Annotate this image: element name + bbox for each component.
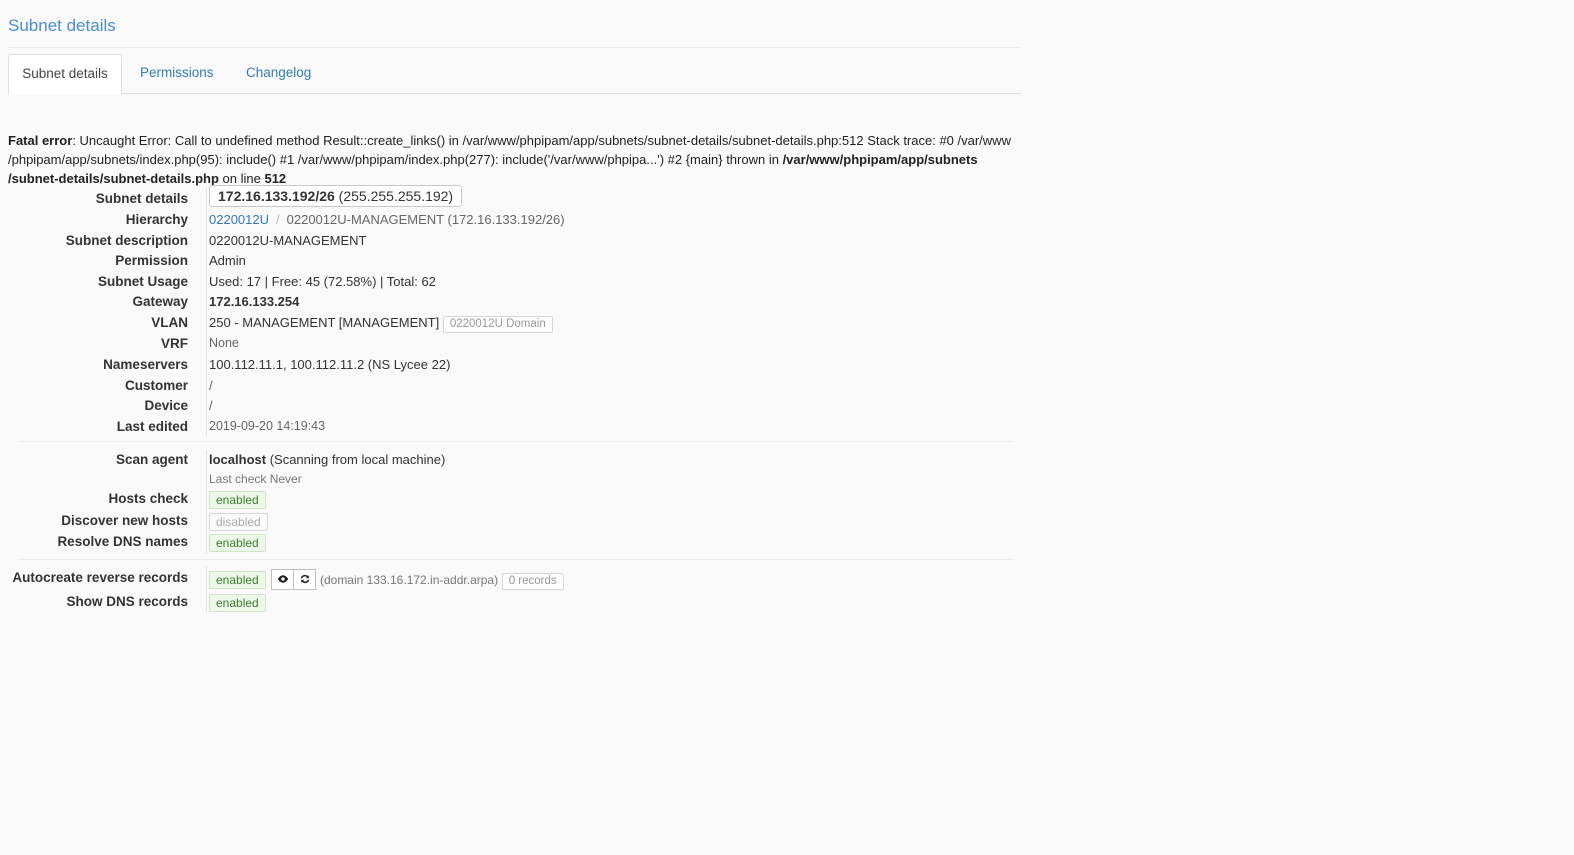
- permission-label: Permission: [115, 253, 188, 268]
- discover-hosts-label: Discover new hosts: [61, 513, 188, 528]
- tab-permissions[interactable]: Permissions: [140, 54, 214, 93]
- dns-records-count-badge: 0 records: [501, 572, 564, 590]
- tab-changelog[interactable]: Changelog: [246, 54, 311, 93]
- row-discover-hosts: Discover new hosts disabled: [8, 513, 1021, 533]
- section-divider: [18, 559, 1014, 560]
- row-usage: Subnet Usage Used: 17 | Free: 45 (72.58%…: [8, 274, 1021, 294]
- subnet-cidr: 172.16.133.192/26: [218, 188, 335, 204]
- row-last-edited: Last edited 2019-09-20 14:19:43: [8, 419, 1021, 439]
- gateway-value: 172.16.133.254: [209, 294, 300, 309]
- customer-value: /: [209, 378, 213, 393]
- show-dns-label: Show DNS records: [66, 594, 188, 609]
- row-device: Device /: [8, 398, 1021, 418]
- scan-agent-desc: (Scanning from local machine): [269, 452, 446, 467]
- row-hierarchy: Hierarchy 0220012U / 0220012U-MANAGEMENT (…: [8, 212, 1021, 232]
- discover-hosts-status-badge: disabled: [209, 513, 268, 531]
- nameservers-value: 100.112.11.1, 100.112.11.2 (NS Lycee 22): [209, 357, 451, 372]
- vlan-domain-badge: 0220012U Domain: [442, 316, 553, 333]
- breadcrumb-separator: /: [276, 212, 280, 227]
- refresh-icon: [300, 574, 310, 584]
- gateway-label: Gateway: [132, 294, 188, 309]
- subnet-label: Subnet details: [95, 191, 188, 206]
- scan-agent-label: Scan agent: [115, 452, 188, 467]
- row-description: Subnet description 0220012U-MANAGEMENT: [8, 233, 1021, 253]
- show-dns-value: enabled: [209, 594, 266, 612]
- customer-label: Customer: [124, 378, 188, 393]
- hierarchy-label: Hierarchy: [125, 212, 188, 227]
- resolve-dns-value: enabled: [209, 534, 266, 552]
- hosts-check-value: enabled: [209, 491, 266, 509]
- autocreate-status-badge: enabled: [209, 570, 266, 589]
- row-resolve-dns: Resolve DNS names enabled: [8, 534, 1021, 554]
- vlan-label: VLAN: [151, 315, 188, 330]
- hosts-check-status-badge: enabled: [209, 491, 266, 509]
- resolve-dns-label: Resolve DNS names: [57, 534, 188, 549]
- usage-value: Used: 17 | Free: 45 (72.58%) | Total: 62: [209, 274, 436, 289]
- show-dns-status-badge: enabled: [209, 594, 266, 612]
- device-label: Device: [144, 398, 188, 413]
- row-scan-agent: Scan agent localhost (Scanning from loca…: [8, 452, 1021, 472]
- last-edited-value: 2019-09-20 14:19:43: [209, 419, 326, 433]
- row-permission: Permission Admin: [8, 253, 1021, 273]
- row-vlan: VLAN 250 - MANAGEMENT [MANAGEMENT] 02200…: [8, 315, 1021, 335]
- autocreate-reverse-label: Autocreate reverse records: [12, 570, 188, 585]
- eye-icon: [277, 575, 289, 583]
- scan-agent-name: localhost: [209, 452, 267, 467]
- last-check-value: Last check Never: [209, 472, 302, 486]
- scan-agent-value: localhost (Scanning from local machine): [209, 452, 445, 467]
- vlan-value: 250 - MANAGEMENT [MANAGEMENT] 0220012U D…: [209, 315, 553, 333]
- discover-hosts-value: disabled: [209, 513, 268, 531]
- tab-subnet-details[interactable]: Subnet details: [8, 54, 122, 95]
- row-nameservers: Nameservers 100.112.11.1, 100.112.11.2 (…: [8, 357, 1021, 377]
- subnet-cidr-box: 172.16.133.192/26 (255.255.255.192): [209, 185, 463, 207]
- row-show-dns: Show DNS records enabled: [8, 594, 1021, 614]
- title-divider: [8, 47, 1021, 48]
- row-vrf: VRF None: [8, 336, 1021, 356]
- row-hosts-check: Hosts check enabled: [8, 491, 1021, 511]
- last-edited-label: Last edited: [116, 419, 188, 434]
- vlan-name: 250 - MANAGEMENT [MANAGEMENT]: [209, 315, 440, 330]
- reverse-domain-text: (domain 133.16.172.in-addr.arpa): [319, 572, 499, 587]
- tab-bar: Subnet details Permissions Changelog: [8, 54, 1021, 95]
- vrf-label: VRF: [161, 336, 188, 351]
- row-gateway: Gateway 172.16.133.254: [8, 294, 1021, 314]
- error-online: on line: [218, 171, 265, 186]
- hierarchy-current: 0220012U-MANAGEMENT (172.16.133.192/26): [286, 212, 565, 227]
- device-value: /: [209, 398, 213, 413]
- autocreate-reverse-value: enabled (domain 133.16.172.in-addr.arpa)…: [209, 569, 564, 591]
- row-customer: Customer /: [8, 378, 1021, 398]
- hosts-check-label: Hosts check: [108, 491, 188, 506]
- description-label: Subnet description: [65, 233, 188, 248]
- subnet-mask: (255.255.255.192): [338, 188, 454, 204]
- error-line: 512: [264, 171, 287, 186]
- dns-action-buttons: [271, 569, 317, 591]
- error-prefix: Fatal error: [8, 133, 73, 148]
- row-subnet: Subnet details 172.16.133.192/26 (255.25…: [8, 185, 1021, 213]
- hierarchy-value: 0220012U / 0220012U-MANAGEMENT (172.16.133…: [209, 212, 565, 227]
- fatal-error-message: Fatal error: Uncaught Error: Call to und…: [8, 131, 1018, 188]
- row-autocreate-reverse: Autocreate reverse records enabled (doma…: [8, 569, 1021, 591]
- permission-value: Admin: [209, 253, 246, 268]
- subnet-value: 172.16.133.192/26 (255.255.255.192): [209, 185, 463, 213]
- view-records-button[interactable]: [271, 569, 295, 590]
- usage-label: Subnet Usage: [97, 274, 188, 289]
- row-last-check: Last check Never: [8, 472, 1021, 492]
- vrf-value: None: [209, 336, 239, 350]
- resolve-dns-status-badge: enabled: [209, 534, 266, 552]
- section-divider: [18, 441, 1014, 442]
- nameservers-label: Nameservers: [103, 357, 188, 372]
- hierarchy-parent-link[interactable]: 0220012U: [209, 212, 269, 227]
- page-title: Subnet details: [8, 16, 116, 35]
- refresh-records-button[interactable]: [293, 569, 317, 590]
- description-value: 0220012U-MANAGEMENT: [209, 233, 367, 248]
